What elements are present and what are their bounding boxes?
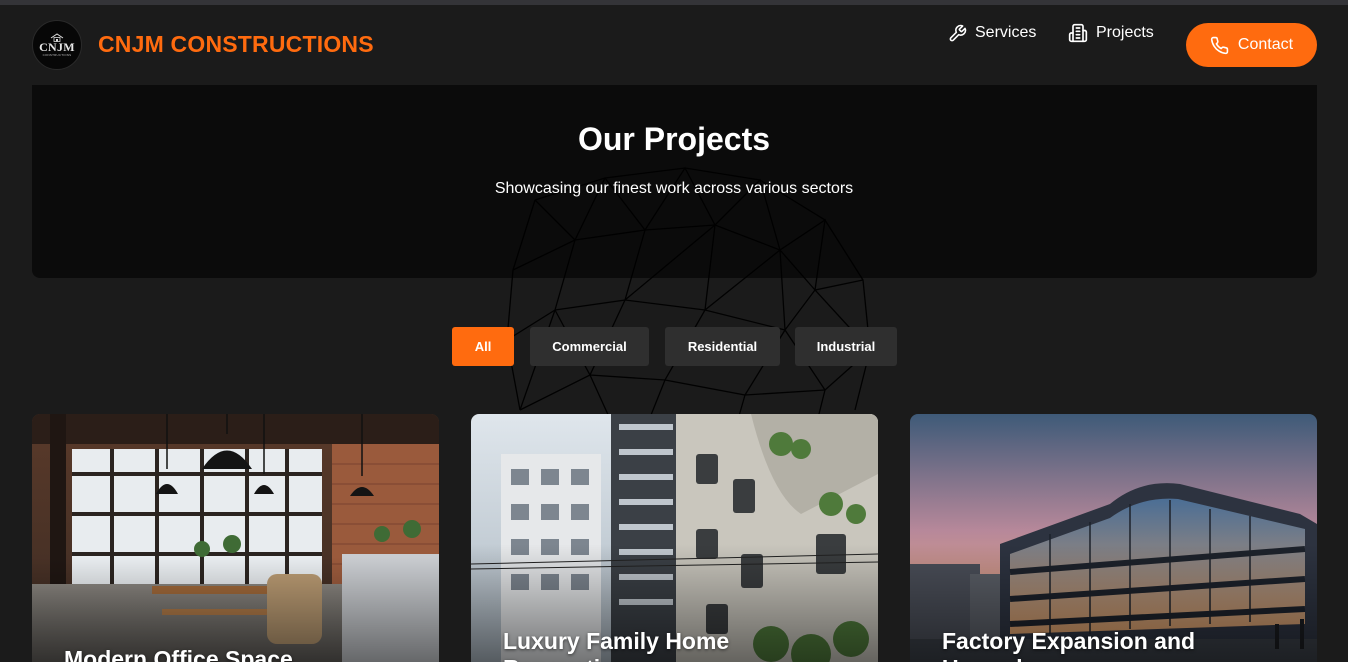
nav-projects-label: Projects <box>1096 24 1154 41</box>
logo-subtext: CONSTRUCTIONS <box>42 53 72 57</box>
project-title: Modern Office Space <box>64 646 293 662</box>
filter-all-button[interactable]: All <box>452 327 514 366</box>
nav-projects-link[interactable]: Projects <box>1068 21 1154 45</box>
page-subtitle: Showcasing our finest work across variou… <box>494 180 854 197</box>
project-card-industrial[interactable]: Factory Expansion and Upgrade <box>910 414 1317 662</box>
brand-name[interactable]: CNJM CONSTRUCTIONS <box>98 31 374 58</box>
office-interior-image <box>32 414 439 662</box>
project-title: Factory Expansion and Upgrade <box>942 628 1196 662</box>
contact-button-label: Contact <box>1237 36 1294 53</box>
browser-top-strip <box>0 0 1348 5</box>
filter-industrial-button[interactable]: Industrial <box>795 327 897 366</box>
factory-building-image <box>910 414 1317 662</box>
nav-services-link[interactable]: Services <box>948 21 1036 45</box>
filter-residential-button[interactable]: Residential <box>665 327 780 366</box>
company-logo[interactable]: CNJM CONSTRUCTIONS <box>32 20 82 70</box>
phone-icon <box>1210 36 1229 54</box>
wrench-icon <box>949 24 967 41</box>
project-filter-bar: All Commercial Residential Industrial <box>0 327 1348 366</box>
residential-building-image <box>471 414 878 662</box>
project-card-office[interactable]: Modern Office Space <box>32 414 439 662</box>
filter-commercial-button[interactable]: Commercial <box>530 327 649 366</box>
logo-text: CNJM <box>39 40 75 54</box>
wireframe-sphere-decoration <box>506 166 871 430</box>
building-icon <box>1068 23 1088 43</box>
project-title: Luxury Family Home Renovation <box>503 628 730 662</box>
nav-services-label: Services <box>975 24 1037 41</box>
project-card-residential[interactable]: Luxury Family Home Renovation <box>471 414 878 662</box>
page-title: Our Projects <box>577 121 771 157</box>
contact-button[interactable]: Contact <box>1186 23 1317 67</box>
